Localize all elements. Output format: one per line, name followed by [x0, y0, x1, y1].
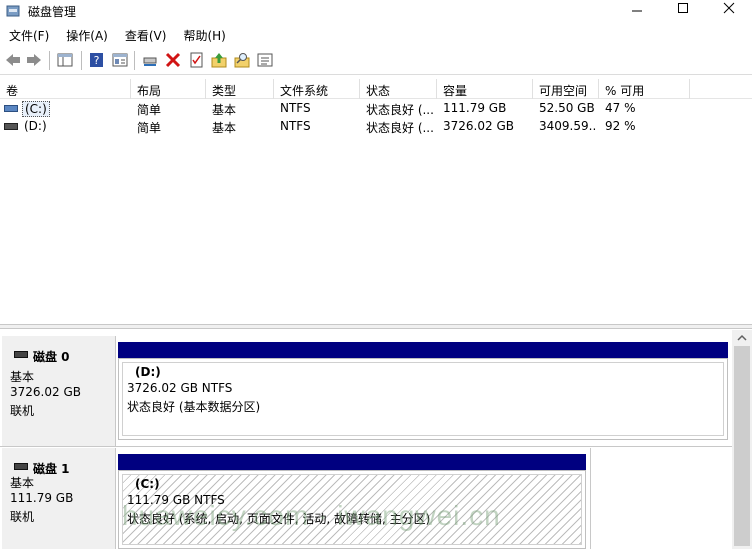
volume-free-space: 52.50 GB [539, 101, 595, 115]
menu-view[interactable]: 查看(V) [116, 24, 175, 44]
disk-name: 磁盘 1 [33, 462, 70, 476]
volume-filesystem: NTFS [280, 101, 311, 115]
list-view-icon[interactable] [256, 51, 274, 69]
forward-arrow-icon[interactable] [25, 51, 43, 69]
help-icon[interactable]: ? [88, 51, 106, 69]
svg-text:?: ? [94, 54, 100, 67]
disk-label-panel[interactable]: 磁盘 0 基本 3726.02 GB 联机 [2, 336, 116, 446]
disk-pane-scrollbar[interactable] [732, 330, 752, 549]
partition-label: (D:) [135, 365, 161, 379]
column-header-filesystem[interactable]: 文件系统 [274, 79, 360, 99]
volume-percent-free: 47 % [605, 101, 636, 115]
partition-label: (C:) [135, 477, 160, 491]
toolbar-separator [49, 51, 50, 70]
connect-drive-icon[interactable] [141, 51, 159, 69]
volume-type: 基本 [212, 121, 237, 135]
unallocated-divider [590, 448, 591, 549]
volume-capacity: 3726.02 GB [443, 119, 514, 133]
volume-row[interactable]: (D:) 简单 基本 NTFS 状态良好 (... 3726.02 GB 340… [0, 118, 752, 136]
volume-filesystem: NTFS [280, 119, 311, 133]
volume-drive-icon [4, 123, 18, 130]
close-button[interactable] [706, 0, 752, 22]
disk-size: 111.79 GB [10, 491, 74, 505]
volume-status: 状态良好 (... [366, 121, 434, 135]
volume-capacity: 111.79 GB [443, 101, 507, 115]
volume-layout: 简单 [137, 103, 162, 117]
disk-icon [14, 463, 28, 470]
volume-free-space: 3409.59... [539, 119, 597, 133]
partition-d[interactable]: (D:) 3726.02 GB NTFS 状态良好 (基本数据分区) [118, 358, 728, 440]
column-header-layout[interactable]: 布局 [131, 79, 206, 99]
volume-name: (C:) [22, 101, 50, 117]
disk-label-panel[interactable]: 磁盘 1 基本 111.79 GB 联机 [2, 448, 116, 549]
volume-layout: 简单 [137, 121, 162, 135]
column-header-free-space[interactable]: 可用空间 [533, 79, 599, 99]
maximize-icon [678, 3, 688, 13]
partition-status: 状态良好 (基本数据分区) [127, 400, 261, 414]
disk-name: 磁盘 0 [33, 350, 70, 364]
column-header-percent-free[interactable]: % 可用 [599, 79, 690, 99]
window-title: 磁盘管理 [28, 5, 77, 19]
disk-icon [14, 351, 28, 358]
partition-size-fs: 3726.02 GB NTFS [127, 381, 233, 395]
disk-size: 3726.02 GB [10, 385, 81, 399]
minimize-icon [632, 10, 642, 12]
volume-type: 基本 [212, 103, 237, 117]
pane-splitter[interactable] [0, 324, 752, 329]
console-tree-icon[interactable] [56, 51, 74, 69]
disk-type: 基本 [10, 476, 35, 490]
toolbar-separator [134, 51, 135, 70]
search-folder-icon[interactable] [233, 51, 251, 69]
menu-action[interactable]: 操作(A) [57, 24, 116, 44]
title-bar: 磁盘管理 [0, 0, 752, 22]
disk-state: 联机 [10, 404, 35, 418]
volume-list-header: 卷 布局 类型 文件系统 状态 容量 可用空间 % 可用 [0, 79, 752, 99]
scrollbar-thumb[interactable] [734, 346, 750, 546]
folder-up-icon[interactable] [210, 51, 228, 69]
partition-header-bar [118, 454, 586, 470]
column-header-volume[interactable]: 卷 [0, 79, 131, 99]
menu-help[interactable]: 帮助(H) [174, 24, 233, 44]
watermark-text: huaweicy.com · iwangwei.cn [122, 500, 501, 531]
disk-separator [0, 446, 732, 447]
toolbar-separator [81, 51, 82, 70]
volume-drive-icon [4, 105, 18, 112]
menu-bar: 文件(F) 操作(A) 查看(V) 帮助(H) [0, 24, 752, 44]
partition-header-bar [118, 342, 728, 358]
scroll-up-icon[interactable] [732, 330, 752, 346]
maximize-button[interactable] [660, 0, 706, 22]
disk-type: 基本 [10, 370, 35, 384]
back-arrow-icon[interactable] [4, 51, 22, 69]
column-header-type[interactable]: 类型 [206, 79, 274, 99]
volume-status: 状态良好 (... [366, 103, 434, 117]
minimize-button[interactable] [614, 0, 660, 22]
disk-state: 联机 [10, 510, 35, 524]
column-header-capacity[interactable]: 容量 [437, 79, 533, 99]
partition-inner: (D:) 3726.02 GB NTFS 状态良好 (基本数据分区) [122, 362, 724, 436]
menu-file[interactable]: 文件(F) [0, 24, 57, 44]
toolbar: ? [0, 47, 752, 75]
close-icon [723, 2, 735, 14]
checklist-icon[interactable] [187, 51, 205, 69]
column-header-status[interactable]: 状态 [360, 79, 437, 99]
volume-row[interactable]: (C:) 简单 基本 NTFS 状态良好 (... 111.79 GB 52.5… [0, 100, 752, 118]
disk-management-app-icon [6, 5, 20, 17]
volume-percent-free: 92 % [605, 119, 636, 133]
volume-name: (D:) [24, 119, 47, 133]
properties-icon[interactable] [111, 51, 129, 69]
delete-icon[interactable] [164, 51, 182, 69]
